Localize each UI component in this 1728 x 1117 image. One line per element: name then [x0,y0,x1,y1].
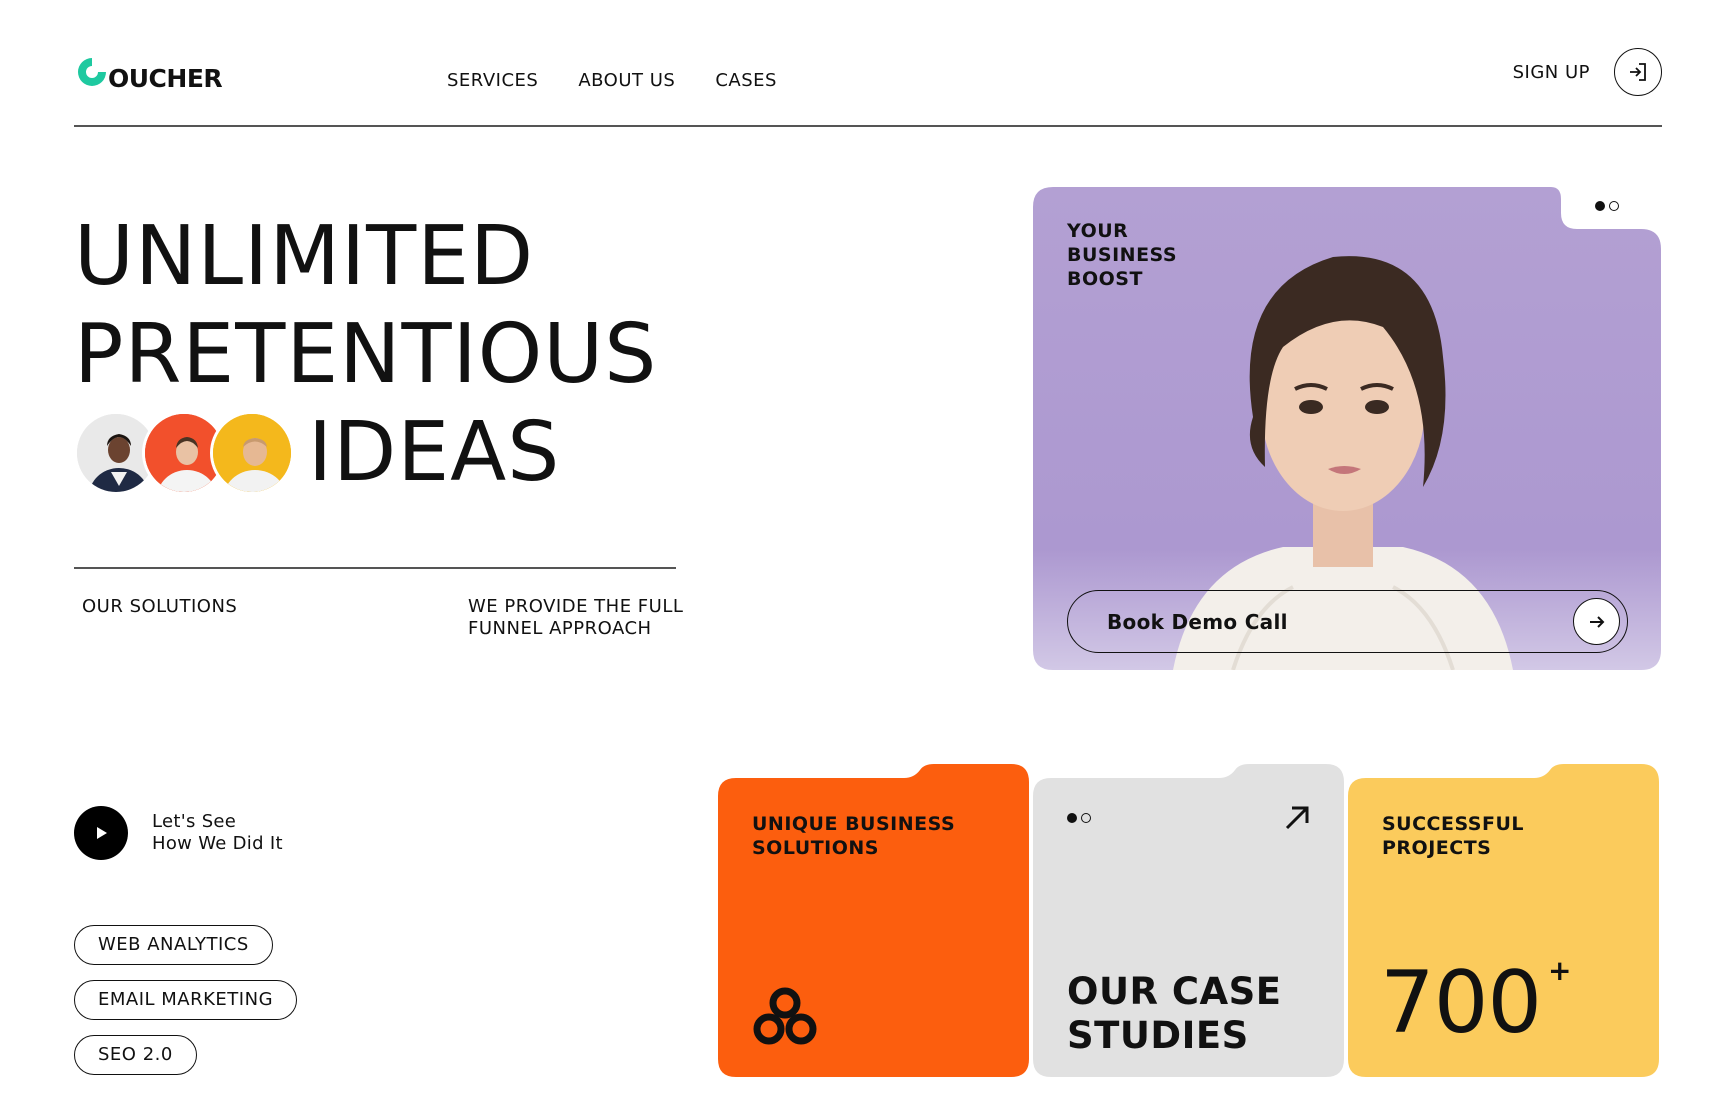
header-divider [74,125,1662,127]
tag-web-analytics[interactable]: WEB ANALYTICS [74,925,273,965]
logo-mark-icon [74,54,110,90]
book-demo-label: Book Demo Call [1107,609,1288,634]
carousel-dot[interactable] [1081,813,1091,823]
hero-line-1: UNLIMITED [74,209,535,304]
carousel-dot[interactable] [1609,201,1619,211]
hero-line-3: IDEAS [308,405,561,500]
avatar [210,411,294,495]
arrow-right-icon[interactable] [1573,598,1620,645]
solutions-card[interactable]: UNIQUE BUSINESS SOLUTIONS [718,764,1029,1077]
projects-card[interactable]: SUCCESSFUL PROJECTS 700 + [1348,764,1659,1077]
funnel-description: WE PROVIDE THE FULL FUNNEL APPROACH [468,596,684,639]
nav-item-cases[interactable]: CASES [715,70,777,91]
logo-text: OUCHER [108,64,223,93]
nav-item-about-us[interactable]: ABOUT US [578,70,675,91]
case-studies-title: OUR CASE STUDIES [1067,970,1282,1057]
hero-title: UNLIMITED PRETENTIOUS IDEAS [74,208,657,502]
knot-icon [753,987,817,1045]
solutions-label: OUR SOLUTIONS [82,596,238,617]
projects-count-suffix: + [1548,954,1572,987]
main-nav: SERVICES ABOUT US CASES [447,70,777,91]
hero-promo-card: YOUR BUSINESS BOOST Book Demo Call [1033,187,1661,670]
case-carousel-dots [1067,813,1091,823]
play-caption-line-1: Let's See [152,811,237,832]
carousel-dot-active[interactable] [1067,813,1077,823]
nav-item-services[interactable]: SERVICES [447,70,538,91]
projects-card-label: SUCCESSFUL PROJECTS [1382,813,1525,859]
tag-email-marketing[interactable]: EMAIL MARKETING [74,980,298,1020]
case-studies-card[interactable]: OUR CASE STUDIES [1033,764,1344,1077]
carousel-dots [1595,201,1619,211]
projects-count: 700 [1380,953,1542,1053]
login-icon [1630,63,1646,81]
play-icon [97,827,107,839]
hero-line-2: PRETENTIOUS [74,307,658,402]
hero-divider [74,567,676,569]
play-caption-line-2: How We Did It [152,833,283,854]
book-demo-button[interactable]: Book Demo Call [1067,590,1628,653]
signup-link[interactable]: SIGN UP [1513,62,1590,83]
avatar-group [74,411,294,495]
signup-button[interactable] [1614,48,1662,96]
hero-line-3-row: IDEAS [74,404,657,502]
carousel-dot-active[interactable] [1595,201,1605,211]
site-header: OUCHER SERVICES ABOUT US CASES SIGN UP [74,48,1662,126]
solutions-card-label: UNIQUE BUSINESS SOLUTIONS [752,813,956,859]
service-tags: WEB ANALYTICS EMAIL MARKETING SEO 2.0 [74,925,298,1075]
logo[interactable]: OUCHER [74,54,223,93]
play-caption: Let's See How We Did It [152,811,283,855]
tag-seo[interactable]: SEO 2.0 [74,1035,197,1075]
play-button[interactable] [74,806,128,860]
signup-area: SIGN UP [1513,48,1662,96]
play-video: Let's See How We Did It [74,806,283,860]
arrow-up-right-icon[interactable] [1283,804,1311,832]
